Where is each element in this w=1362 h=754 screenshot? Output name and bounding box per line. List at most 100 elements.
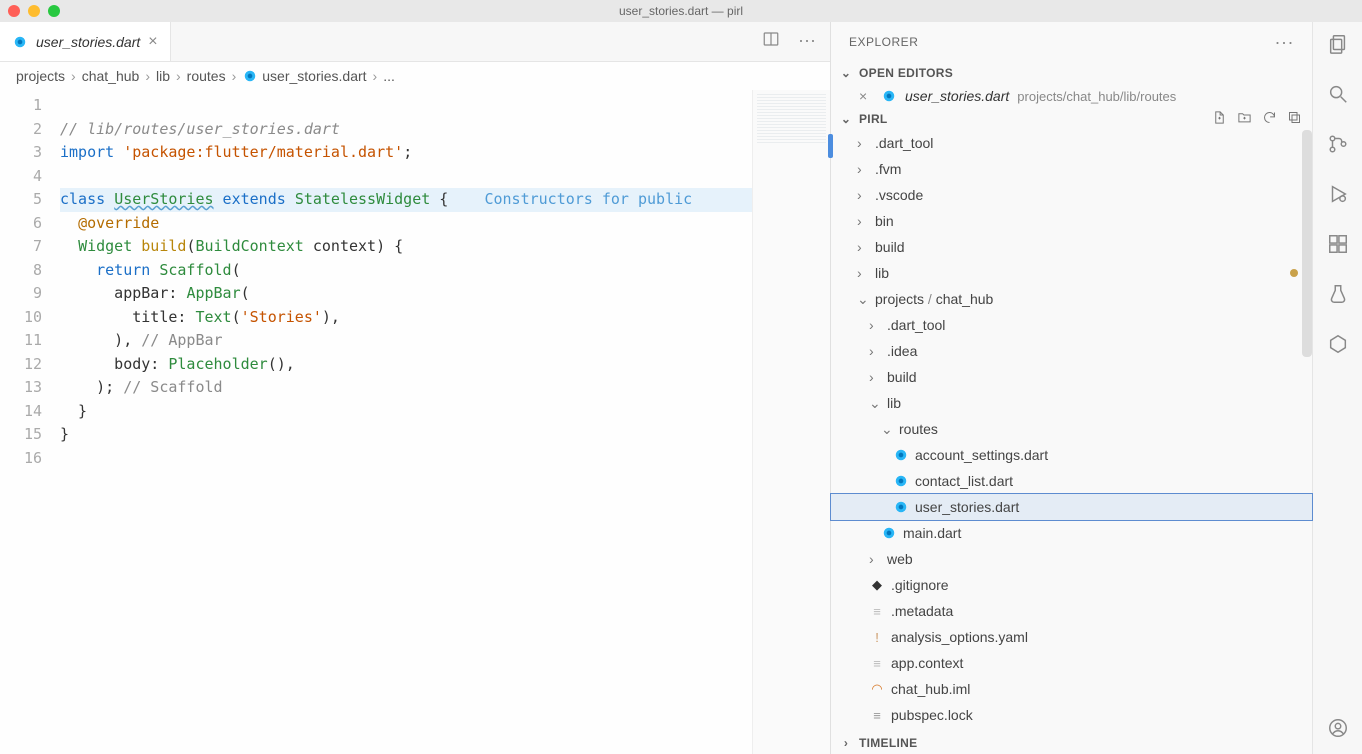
code-line[interactable]: ); // Scaffold xyxy=(60,376,752,400)
tree-folder[interactable]: ⌄ routes xyxy=(831,416,1312,442)
chevron-down-icon: ⌄ xyxy=(881,421,893,438)
minimize-window-button[interactable] xyxy=(28,5,40,17)
run-debug-icon[interactable] xyxy=(1326,182,1350,206)
code-line[interactable]: @override xyxy=(60,212,752,236)
code-line[interactable]: title: Text('Stories'), xyxy=(60,306,752,330)
tree-folder[interactable]: ›.vscode xyxy=(831,182,1312,208)
split-editor-icon[interactable] xyxy=(762,30,780,53)
chevron-right-icon: › xyxy=(857,161,869,177)
tree-folder[interactable]: ›.dart_tool xyxy=(831,130,1312,156)
tree-label: .metadata xyxy=(891,603,953,619)
tree-file[interactable]: ≡app.context xyxy=(831,650,1312,676)
code-line[interactable]: } xyxy=(60,400,752,424)
tab-label: user_stories.dart xyxy=(36,34,140,50)
workspace-header[interactable]: ⌄ PIRL xyxy=(831,108,1312,130)
chevron-right-icon: › xyxy=(869,551,881,567)
editor-column: user_stories.dart × ··· projects › chat_hu… xyxy=(0,22,830,754)
close-editor-icon[interactable]: × xyxy=(859,88,873,104)
explorer-header: EXPLORER ··· xyxy=(831,22,1312,62)
open-editor-item[interactable]: ×user_stories.dartprojects/chat_hub/lib/… xyxy=(831,84,1312,108)
tree-file[interactable]: ◠chat_hub.iml xyxy=(831,676,1312,702)
tree-file[interactable]: account_settings.dart xyxy=(831,442,1312,468)
account-icon[interactable] xyxy=(1326,716,1350,740)
code-line[interactable]: Widget build(BuildContext context) { xyxy=(60,235,752,259)
workspace-name: PIRL xyxy=(859,112,888,126)
breadcrumb-segment[interactable]: projects xyxy=(16,68,65,84)
new-folder-icon[interactable] xyxy=(1237,110,1252,128)
breadcrumb[interactable]: projects›chat_hub›lib›routes›user_storie… xyxy=(0,62,830,90)
maximize-window-button[interactable] xyxy=(48,5,60,17)
line-number: 2 xyxy=(0,118,60,142)
breadcrumb-segment[interactable]: chat_hub xyxy=(82,68,140,84)
tree-folder[interactable]: ›.fvm xyxy=(831,156,1312,182)
explorer-more-icon[interactable]: ··· xyxy=(1275,32,1294,53)
tree-file[interactable]: ≡.metadata xyxy=(831,598,1312,624)
tree-folder[interactable]: ⌄lib xyxy=(831,390,1312,416)
line-number: 4 xyxy=(0,165,60,189)
tree-folder[interactable]: ›bin xyxy=(831,208,1312,234)
tree-file[interactable]: !analysis_options.yaml xyxy=(831,624,1312,650)
minimap[interactable] xyxy=(752,90,830,754)
hexagon-icon[interactable] xyxy=(1326,332,1350,356)
breadcrumb-segment[interactable]: routes xyxy=(187,68,226,84)
tree-folder[interactable]: ›build xyxy=(831,234,1312,260)
tree-folder[interactable]: ›build xyxy=(831,364,1312,390)
testing-icon[interactable] xyxy=(1326,282,1350,306)
code-line[interactable]: class UserStories extends StatelessWidge… xyxy=(60,188,752,212)
tree-folder[interactable]: ›lib xyxy=(831,260,1312,286)
code-line[interactable]: appBar: AppBar( xyxy=(60,282,752,306)
tab-bar: user_stories.dart × ··· xyxy=(0,22,830,62)
open-editors-header[interactable]: ⌄ OPEN EDITORS xyxy=(831,62,1312,84)
extensions-icon[interactable] xyxy=(1326,232,1350,256)
tree-folder[interactable]: › web xyxy=(831,546,1312,572)
timeline-header[interactable]: › TIMELINE xyxy=(831,732,1312,754)
tree-label: routes xyxy=(899,421,938,437)
code-line[interactable]: ), // AppBar xyxy=(60,329,752,353)
more-actions-icon[interactable]: ··· xyxy=(798,30,816,53)
tree-scrollbar[interactable] xyxy=(1302,130,1312,357)
tree-file[interactable]: ◆.gitignore xyxy=(831,572,1312,598)
refresh-icon[interactable] xyxy=(1262,110,1277,128)
dart-file-icon xyxy=(12,34,28,50)
close-tab-icon[interactable]: × xyxy=(148,33,157,51)
editor-body[interactable]: 12345678910111213141516 // lib/routes/us… xyxy=(0,90,830,754)
new-file-icon[interactable] xyxy=(1212,110,1227,128)
code-line[interactable]: // lib/routes/user_stories.dart xyxy=(60,118,752,142)
tree-label: .dart_tool xyxy=(887,317,945,333)
open-editors-label: OPEN EDITORS xyxy=(859,66,953,80)
code-line[interactable]: import 'package:flutter/material.dart'; xyxy=(60,141,752,165)
tree-file[interactable]: user_stories.dart xyxy=(831,494,1312,520)
code-line[interactable]: body: Placeholder(), xyxy=(60,353,752,377)
activity-bar xyxy=(1312,22,1362,754)
code-line[interactable] xyxy=(60,94,752,118)
breadcrumb-segment[interactable]: user_stories.dart xyxy=(242,68,366,84)
breadcrumb-separator: › xyxy=(71,68,76,84)
code-line[interactable] xyxy=(60,165,752,189)
dart-file-icon xyxy=(242,68,258,84)
tree-folder[interactable]: ›.dart_tool xyxy=(831,312,1312,338)
tree-file[interactable]: ≡pubspec.lock xyxy=(831,702,1312,728)
source-control-icon[interactable] xyxy=(1326,132,1350,156)
traffic-lights xyxy=(8,5,60,17)
breadcrumb-segment[interactable]: lib xyxy=(156,68,170,84)
tree-file[interactable]: contact_list.dart xyxy=(831,468,1312,494)
chevron-right-icon: › xyxy=(869,343,881,359)
breadcrumb-segment[interactable]: ... xyxy=(383,68,395,84)
code-line[interactable]: } xyxy=(60,423,752,447)
tree-label: lib xyxy=(875,265,889,281)
tree-folder[interactable]: ›.idea xyxy=(831,338,1312,364)
copy-icon[interactable] xyxy=(1326,32,1350,56)
tab-user-stories[interactable]: user_stories.dart × xyxy=(0,22,171,61)
code-line[interactable] xyxy=(60,447,752,471)
search-icon[interactable] xyxy=(1326,82,1350,106)
code-line[interactable]: return Scaffold( xyxy=(60,259,752,283)
tree-file[interactable]: main.dart xyxy=(831,520,1312,546)
collapse-all-icon[interactable] xyxy=(1287,110,1302,128)
chevron-down-icon: ⌄ xyxy=(839,112,853,126)
breadcrumb-separator: › xyxy=(176,68,181,84)
code-area[interactable]: // lib/routes/user_stories.dartimport 'p… xyxy=(60,90,752,754)
chevron-down-icon: ⌄ xyxy=(839,66,853,80)
tree-folder[interactable]: ⌄projects / chat_hub xyxy=(831,286,1312,312)
tree-label: web xyxy=(887,551,913,567)
close-window-button[interactable] xyxy=(8,5,20,17)
